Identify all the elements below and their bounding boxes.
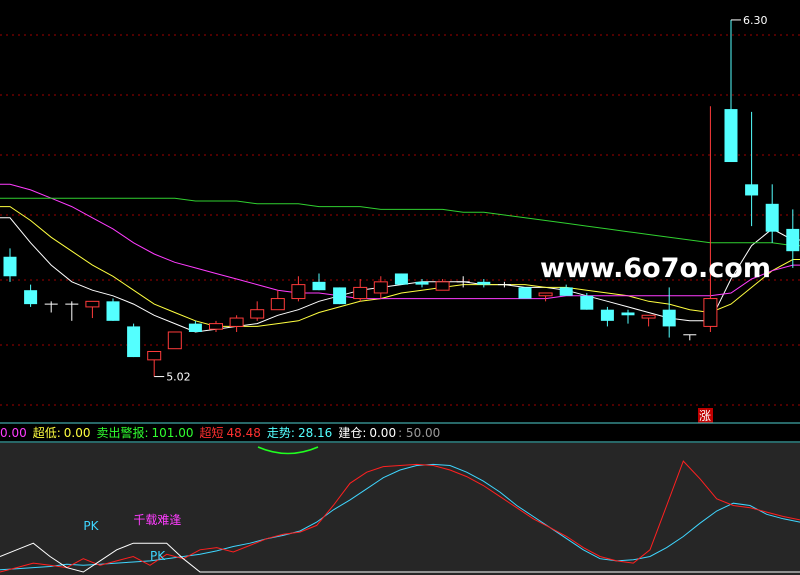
candle-body	[127, 326, 141, 358]
candle-body	[250, 309, 265, 319]
candle-body	[724, 109, 738, 163]
signal-label: 千载难逢	[133, 513, 181, 527]
indicator-segment: 0.00	[369, 426, 396, 440]
candle-body	[641, 314, 656, 319]
candle-body	[415, 281, 429, 285]
indicator-segment: 0.00	[0, 426, 27, 440]
indicator-value-bar: 0.00 超低: 0.00 卖出警报: 101.00 超短 48.48 走势: 28.16 建仓:…	[0, 425, 440, 440]
candle-body	[765, 203, 779, 232]
candle-body	[518, 287, 532, 299]
candle-body	[703, 298, 718, 327]
candle-body	[745, 184, 759, 196]
candle	[518, 287, 532, 299]
candle	[333, 287, 347, 305]
candle	[394, 273, 408, 285]
candle-body	[147, 350, 162, 361]
signal-label: PK	[150, 549, 166, 563]
rise-badge-text: 涨	[699, 408, 711, 423]
candle-body	[106, 301, 120, 321]
candle-body	[85, 300, 100, 308]
indicator-segment: : 50.00	[398, 426, 440, 440]
candle	[127, 323, 141, 358]
indicator-segment: 0.00	[64, 426, 91, 440]
low-price-label: 5.02	[166, 371, 191, 384]
indicator-segment: 28.16	[298, 426, 332, 440]
candle-body	[786, 228, 800, 252]
site-watermark: www.6o7o.com	[540, 253, 771, 284]
candle	[167, 331, 182, 350]
oscillator-panel	[0, 443, 800, 575]
candle-body	[24, 290, 38, 305]
candle-body	[229, 317, 244, 327]
candle-body	[209, 323, 223, 330]
indicator-segment: 卖出警报:	[96, 425, 148, 440]
candle-body	[621, 312, 635, 316]
indicator-segment: 建仓:	[338, 426, 366, 440]
candle-body	[477, 281, 491, 285]
candle-body	[291, 284, 306, 300]
rise-badge: 涨	[698, 408, 713, 423]
indicator-segment: 超短	[200, 425, 224, 440]
candle-body	[394, 273, 408, 285]
indicator-segment: 超低:	[33, 425, 61, 440]
candle-body	[270, 298, 285, 311]
candle-body	[333, 287, 347, 305]
candle-body	[312, 281, 326, 291]
stock-chart: 6.30 5.02 www.6o7o.com 涨 0.00 超低: 0.00 卖出警报…	[0, 0, 800, 575]
candle-body	[188, 323, 202, 332]
candle-body	[373, 281, 388, 294]
candle-body	[3, 256, 17, 277]
candle-body	[353, 286, 368, 300]
indicator-segment: 48.48	[227, 426, 261, 440]
indicator-segment: 101.00	[152, 426, 194, 440]
candle-body	[580, 295, 594, 310]
candle-body	[538, 292, 553, 297]
candle-body	[167, 331, 182, 350]
candle-body	[435, 281, 450, 291]
candle	[106, 298, 120, 321]
high-price-label: 6.30	[743, 14, 768, 27]
signal-label: PK	[83, 519, 99, 533]
candle-body	[559, 287, 573, 296]
indicator-segment: 走势:	[267, 426, 295, 440]
candle-body	[600, 309, 614, 321]
candle-body	[662, 309, 676, 327]
